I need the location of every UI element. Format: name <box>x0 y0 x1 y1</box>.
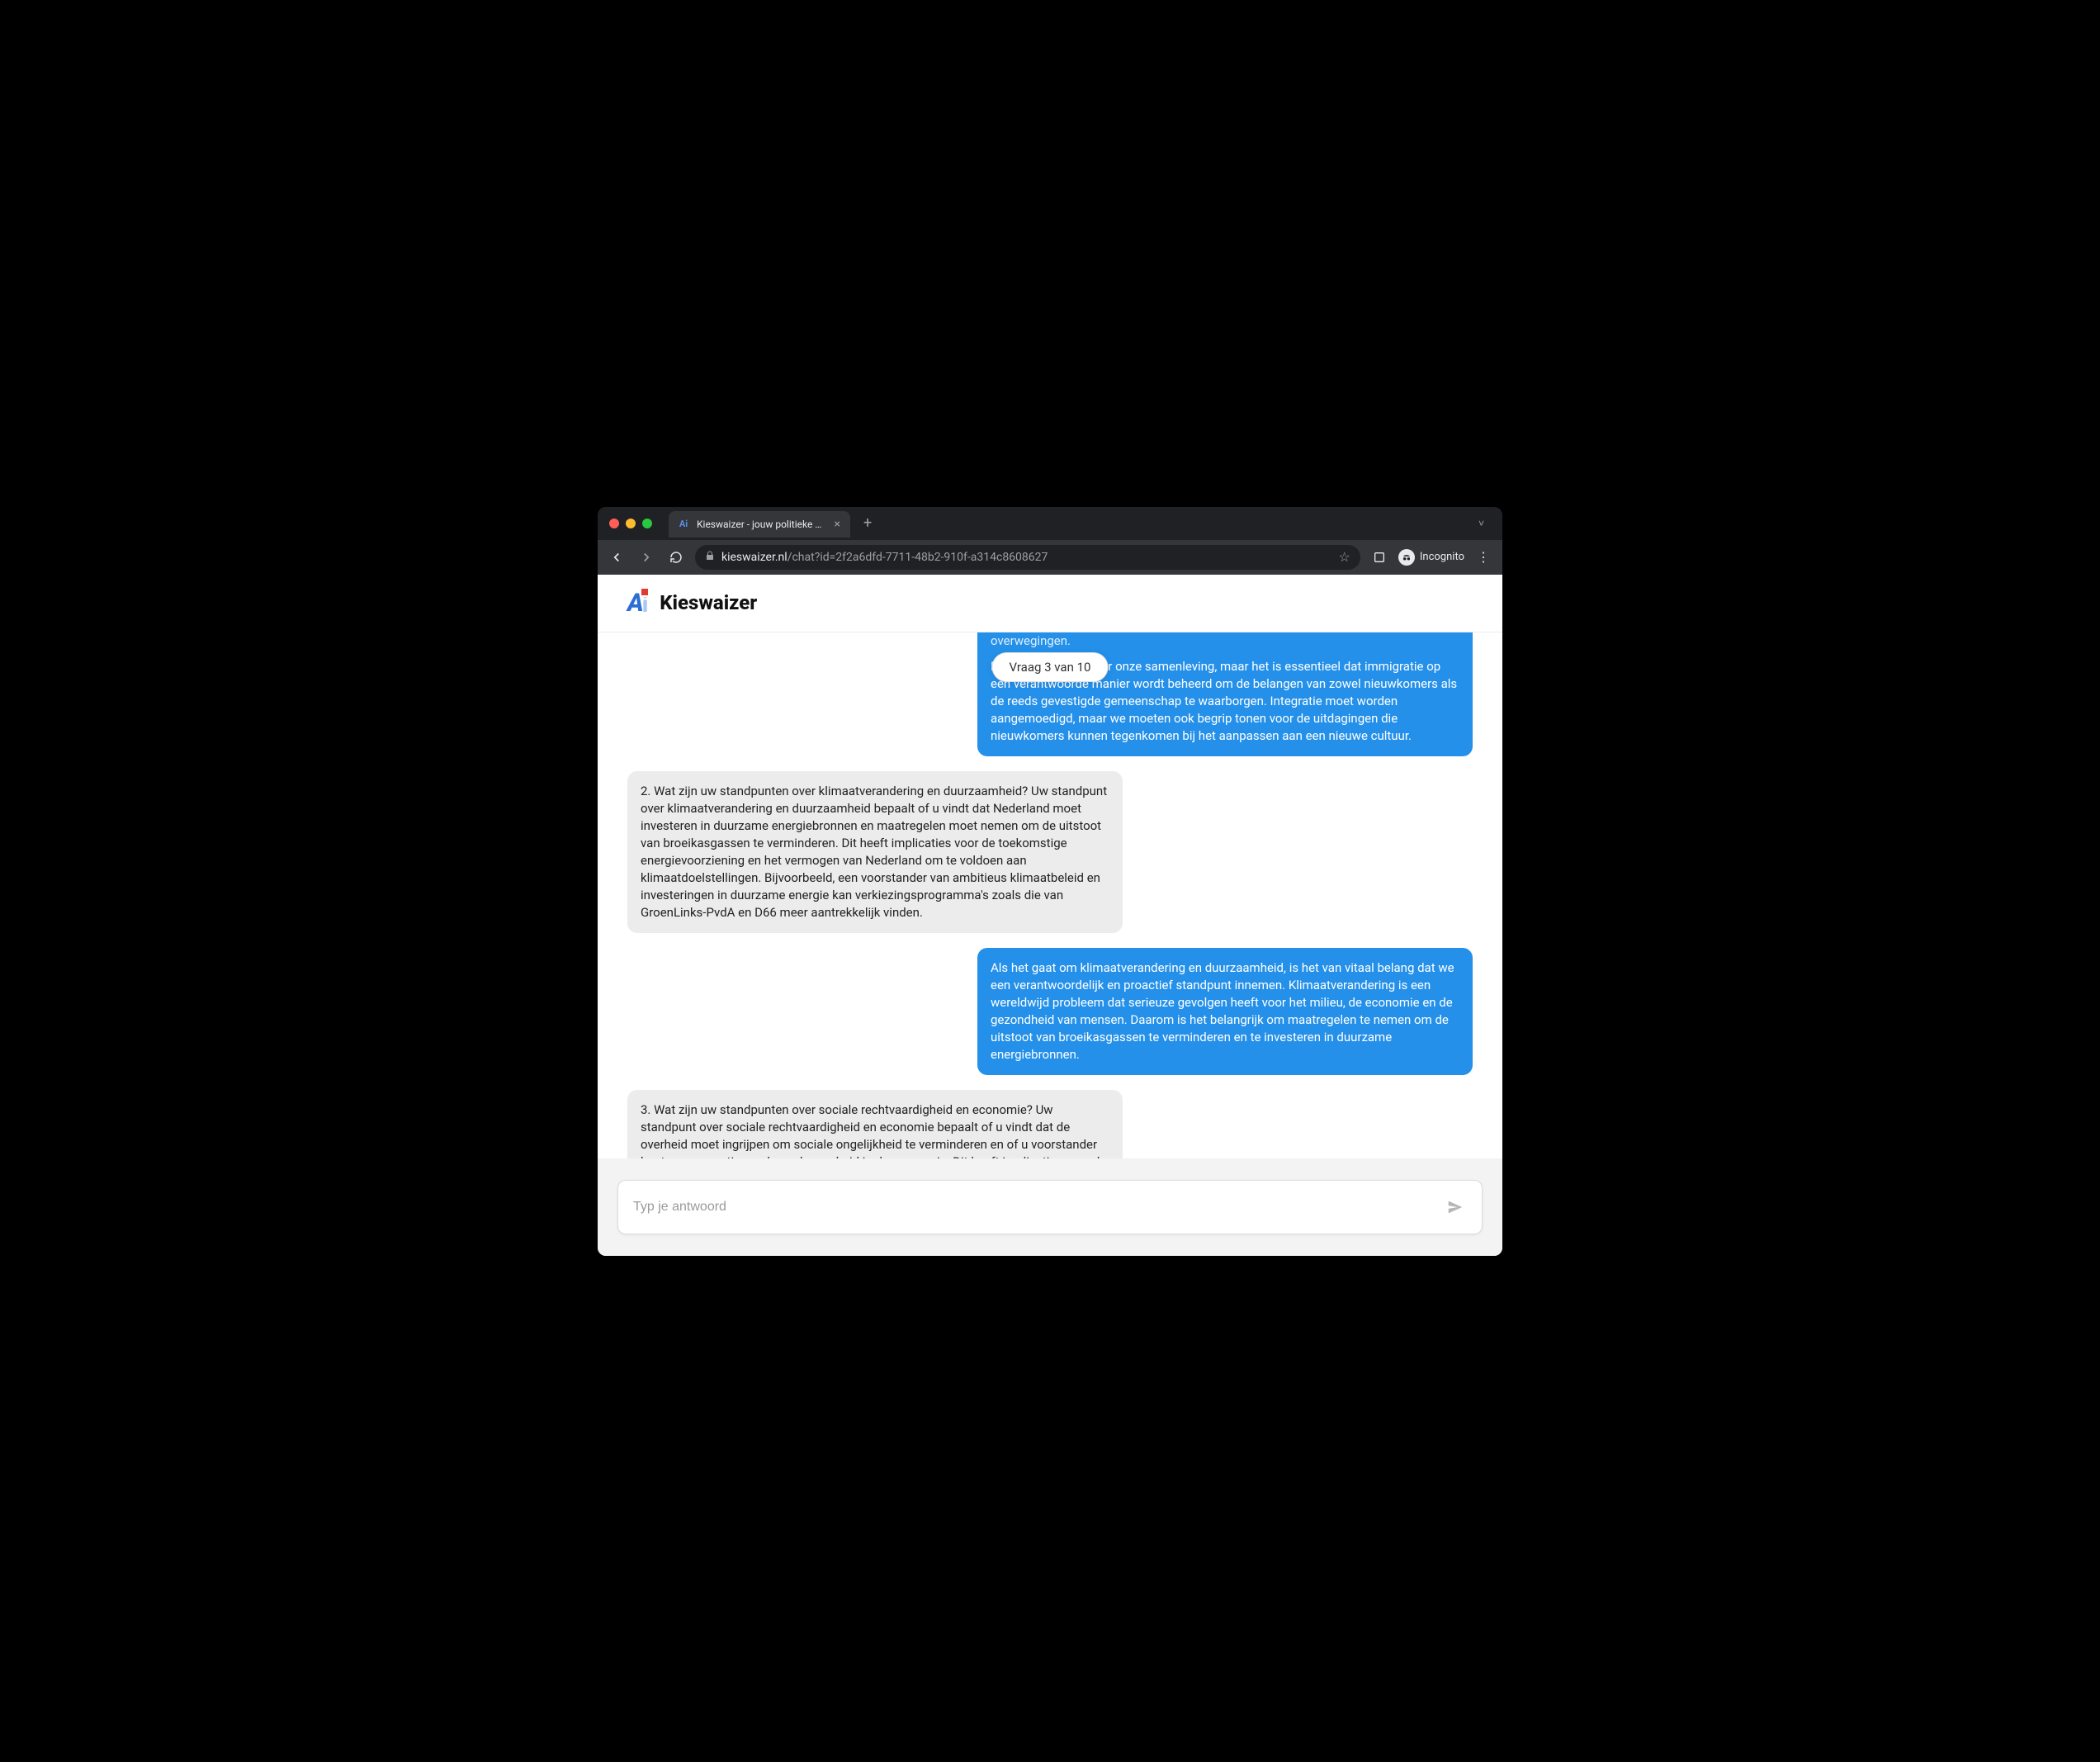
reload-button[interactable] <box>665 547 687 568</box>
send-button[interactable] <box>1444 1196 1467 1219</box>
close-tab-button[interactable]: × <box>833 518 842 531</box>
tab-title: Kieswaizer - jouw politieke mat <box>697 519 826 530</box>
progress-indicator: Vraag 3 van 10 <box>992 652 1109 682</box>
lock-icon <box>705 551 715 563</box>
browser-menu-button[interactable]: ⋮ <box>1473 547 1494 568</box>
browser-tab[interactable]: Ai Kieswaizer - jouw politieke mat × <box>669 511 850 538</box>
bookmark-star-icon[interactable]: ☆ <box>1339 549 1350 565</box>
incognito-indicator: Incognito <box>1398 549 1464 566</box>
new-tab-button[interactable]: + <box>857 514 878 532</box>
user-message: overwegingen. Dive... ...jking zijn voor… <box>977 632 1473 756</box>
tab-favicon-icon: Ai <box>677 518 690 531</box>
minimize-window-button[interactable] <box>626 519 636 528</box>
tabs-dropdown-button[interactable]: ˅ <box>1478 518 1491 529</box>
incognito-label: Incognito <box>1420 551 1464 563</box>
back-button[interactable] <box>606 547 627 568</box>
message-text: Als het gaat om klimaatverandering en du… <box>991 960 1454 1062</box>
bot-message: 3. Wat zijn uw standpunten over sociale … <box>627 1090 1123 1158</box>
browser-window: Ai Kieswaizer - jouw politieke mat × + ˅… <box>598 507 1502 1256</box>
composer-area <box>598 1158 1502 1256</box>
close-window-button[interactable] <box>609 519 619 528</box>
message-list: overwegingen. Dive... ...jking zijn voor… <box>627 632 1473 1158</box>
site-title: Kieswaizer <box>660 591 757 614</box>
answer-input[interactable] <box>633 1200 1444 1215</box>
incognito-icon <box>1398 549 1415 566</box>
chat-area[interactable]: Vraag 3 van 10 overwegingen. Dive... ...… <box>598 632 1502 1158</box>
window-controls <box>609 519 652 528</box>
address-bar[interactable]: kieswaizer.nl/chat?id=2f2a6dfd-7711-48b2… <box>695 545 1360 570</box>
message-text-fragment: overwegingen. <box>991 632 1459 650</box>
logo-dot-icon <box>640 587 650 597</box>
extensions-button[interactable] <box>1369 547 1390 568</box>
maximize-window-button[interactable] <box>642 519 652 528</box>
message-text: 3. Wat zijn uw standpunten over sociale … <box>641 1102 1106 1158</box>
send-icon <box>1446 1198 1464 1216</box>
page-viewport: A i Kieswaizer Vraag 3 van 10 overweging… <box>598 575 1502 1256</box>
titlebar: Ai Kieswaizer - jouw politieke mat × + ˅ <box>598 507 1502 540</box>
site-logo[interactable]: A i <box>627 589 648 618</box>
site-header: A i Kieswaizer <box>598 575 1502 632</box>
browser-toolbar: kieswaizer.nl/chat?id=2f2a6dfd-7711-48b2… <box>598 540 1502 575</box>
url-text: kieswaizer.nl/chat?id=2f2a6dfd-7711-48b2… <box>721 551 1048 564</box>
composer-box <box>617 1180 1483 1234</box>
bot-message: 2. Wat zijn uw standpunten over klimaatv… <box>627 771 1123 933</box>
forward-button[interactable] <box>636 547 657 568</box>
user-message: Als het gaat om klimaatverandering en du… <box>977 948 1473 1075</box>
message-text: 2. Wat zijn uw standpunten over klimaatv… <box>641 784 1107 920</box>
